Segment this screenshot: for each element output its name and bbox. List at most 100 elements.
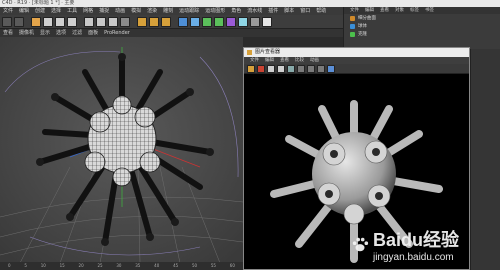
menubar-item-0[interactable]: 文件 <box>0 8 16 14</box>
render-canvas: Baidu经验 jingyan.baidu.com <box>244 74 469 269</box>
zoom-icon[interactable] <box>287 64 295 73</box>
render-icon[interactable] <box>247 64 255 73</box>
object-manager-menu-item-2[interactable]: 查看 <box>377 8 392 13</box>
axis-y-icon[interactable] <box>96 16 106 27</box>
c4d-window: C4D · R19 · [未标题 1 *] · 主要 文件 编辑 创建 选择 工具 网格捕… <box>0 0 500 270</box>
attribute-panel <box>470 49 500 270</box>
object-label: 克隆 <box>358 32 367 37</box>
picture-viewer-menu-item-1[interactable]: 编辑 <box>262 58 277 63</box>
menubar-item-12[interactable]: 运动图形 <box>202 8 228 14</box>
object-manager-menu-item-0[interactable]: 文件 <box>347 8 362 13</box>
ab-compare-icon[interactable] <box>317 64 325 73</box>
rotate-tool-icon[interactable] <box>67 16 77 27</box>
undo-icon[interactable] <box>2 16 12 27</box>
scale-tool-icon[interactable] <box>55 16 65 27</box>
object-manager-menu-item-1[interactable]: 编辑 <box>362 8 377 13</box>
cube-icon[interactable] <box>178 16 188 27</box>
select-tool-icon[interactable] <box>31 16 41 27</box>
timeline-tick: 55 <box>210 263 216 268</box>
picture-viewer-menu-item-2[interactable]: 查看 <box>277 58 292 63</box>
object-row[interactable]: 球体 <box>344 22 500 30</box>
menubar-item-1[interactable]: 编辑 <box>16 8 32 14</box>
menubar-item-3[interactable]: 选择 <box>48 8 64 14</box>
timeline-tick: 0 <box>8 263 11 268</box>
picture-viewer-menu-item-3[interactable]: 比较 <box>292 58 307 63</box>
object-type-icon <box>350 15 355 21</box>
watermark-brand: Baidu经验 <box>372 230 459 250</box>
render-region-icon[interactable] <box>137 16 147 27</box>
object-type-icon <box>350 23 355 29</box>
save-icon[interactable] <box>267 64 275 73</box>
picture-viewer-title: 图片查看器 <box>255 49 281 55</box>
redo-icon[interactable] <box>14 16 24 27</box>
picture-viewer-menu-item-4[interactable]: 动画 <box>307 58 322 63</box>
channel-icon[interactable] <box>297 64 305 73</box>
picture-viewer-titlebar: 图片查看器 <box>244 48 469 57</box>
window-title: C4D · R19 · [未标题 1 *] · 主要 <box>0 0 500 7</box>
timeline-tick: 10 <box>40 263 46 268</box>
timeline-tick: 25 <box>97 263 103 268</box>
viewport-menu-item-6[interactable]: ProRender <box>101 30 133 36</box>
lut-icon[interactable] <box>327 64 335 73</box>
watermark-url: jingyan.baidu.com <box>372 252 454 263</box>
deformer-icon[interactable] <box>226 16 236 27</box>
object-manager-menu: 文件 编辑 查看 对象 标签 书签 <box>344 7 500 14</box>
viewport-menu-item-3[interactable]: 选项 <box>53 30 69 36</box>
viewport-menu-item-5[interactable]: 面板 <box>85 30 101 36</box>
timeline-tick: 60 <box>229 263 235 268</box>
viewport-menu-item-1[interactable]: 摄像机 <box>16 30 37 36</box>
menubar-item-16[interactable]: 脚本 <box>281 8 297 14</box>
timeline-tick: 15 <box>59 263 65 268</box>
menubar-item-6[interactable]: 捕捉 <box>96 8 112 14</box>
menubar-item-2[interactable]: 创建 <box>32 8 48 14</box>
axis-z-icon[interactable] <box>108 16 118 27</box>
object-manager-menu-item-4[interactable]: 标签 <box>407 8 422 13</box>
copy-icon[interactable] <box>277 64 285 73</box>
menubar-item-15[interactable]: 插件 <box>265 8 281 14</box>
menubar-item-7[interactable]: 动画 <box>112 8 128 14</box>
perspective-viewport[interactable] <box>0 37 243 263</box>
menubar-item-13[interactable]: 角色 <box>228 8 244 14</box>
menubar-item-14[interactable]: 流水线 <box>244 8 265 14</box>
subdivision-icon[interactable] <box>202 16 212 27</box>
menubar-item-8[interactable]: 模拟 <box>128 8 144 14</box>
array-icon[interactable] <box>214 16 224 27</box>
object-manager-menu-item-3[interactable]: 对象 <box>392 8 407 13</box>
scene-icon[interactable] <box>238 16 248 27</box>
menubar-item-5[interactable]: 网格 <box>80 8 96 14</box>
menubar-item-11[interactable]: 运动跟踪 <box>176 8 202 14</box>
menubar-item-9[interactable]: 渲染 <box>144 8 160 14</box>
stop-icon[interactable] <box>257 64 265 73</box>
camera-icon[interactable] <box>250 16 260 27</box>
coordinate-icon[interactable] <box>120 16 130 27</box>
menubar-item-18[interactable]: 帮助 <box>313 8 329 14</box>
object-list: 细分曲面 球体克隆 <box>344 14 500 38</box>
menubar-item-4[interactable]: 工具 <box>64 8 80 14</box>
axis-x-icon[interactable] <box>84 16 94 27</box>
timeline-tick: 45 <box>173 263 179 268</box>
picture-viewer-menu-item-0[interactable]: 文件 <box>247 58 262 63</box>
render-settings-icon[interactable] <box>161 16 171 27</box>
render-view-icon[interactable] <box>149 16 159 27</box>
object-row[interactable]: 克隆 <box>344 30 500 38</box>
picture-viewer-window: 图片查看器 文件 编辑 查看 比较 动画 Baidu经验 jingyan.bai… <box>243 47 470 270</box>
menubar-item-17[interactable]: 窗口 <box>297 8 313 14</box>
move-tool-icon[interactable] <box>43 16 53 27</box>
timeline-ruler[interactable]: 0 5 10 15 20 25 30 35 40 45 50 55 60 <box>0 262 243 270</box>
viewport-menu-item-0[interactable]: 查看 <box>0 30 16 36</box>
object-manager-menu-item-5[interactable]: 书签 <box>422 8 437 13</box>
pen-icon[interactable] <box>190 16 200 27</box>
baidu-paw-icon <box>352 237 369 251</box>
viewport-menu-item-4[interactable]: 过滤 <box>69 30 85 36</box>
viewport-menu-item-2[interactable]: 显示 <box>37 30 53 36</box>
filter-icon[interactable] <box>307 64 315 73</box>
light-icon[interactable] <box>262 16 272 27</box>
menubar-item-10[interactable]: 雕刻 <box>160 8 176 14</box>
object-row[interactable]: 细分曲面 <box>344 14 500 22</box>
viewport-scene <box>0 37 243 263</box>
timeline-tick: 5 <box>24 263 27 268</box>
timeline-tick: 30 <box>116 263 122 268</box>
object-manager: 文件 编辑 查看 对象 标签 书签 细分曲面 球体克隆 <box>343 7 500 49</box>
timeline-tick: 20 <box>78 263 84 268</box>
main-toolbar <box>0 15 343 29</box>
